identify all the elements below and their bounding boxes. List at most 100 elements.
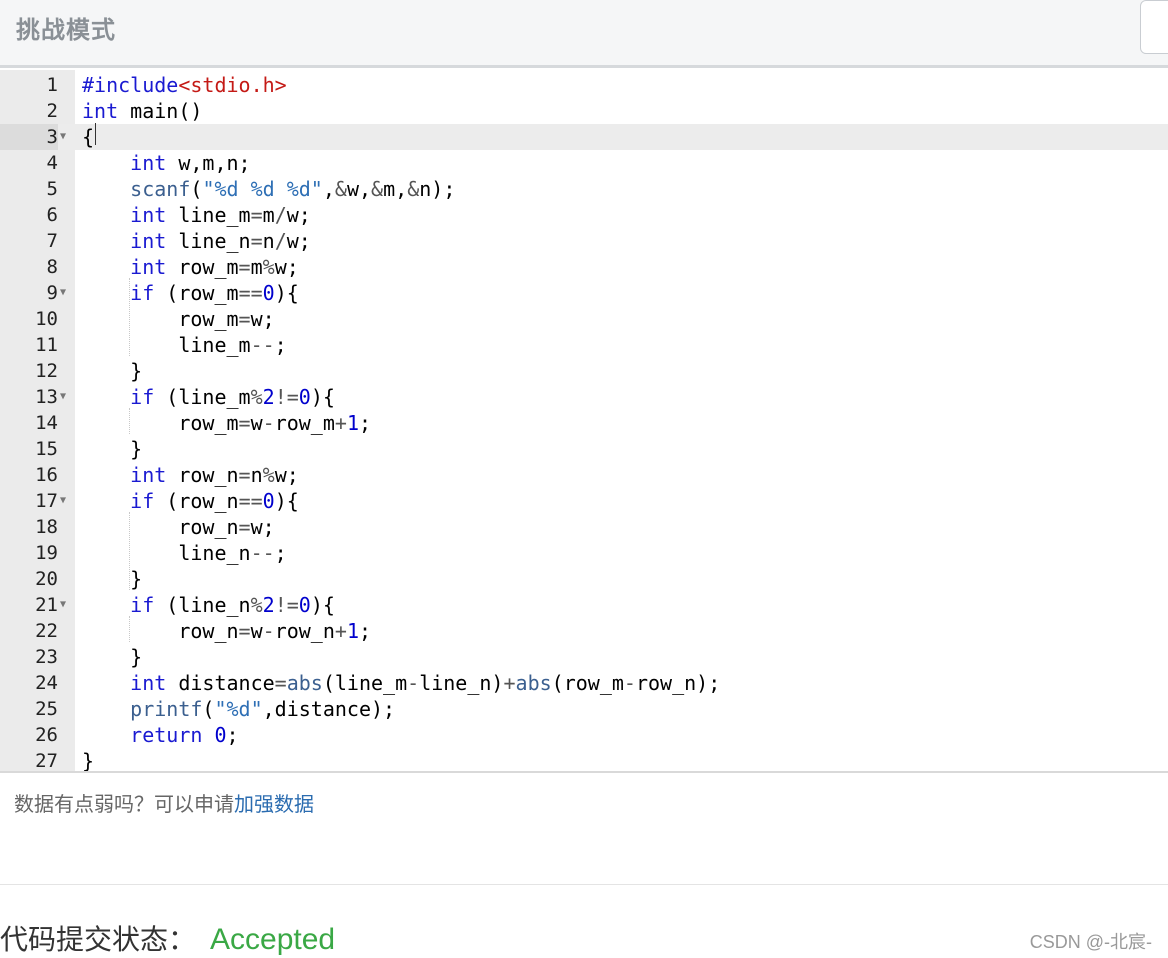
code-line[interactable]: 19 line_n--; [0,540,1168,566]
code-text: } [82,645,143,669]
code-line[interactable]: 11 line_m--; [0,332,1168,358]
line-number: 14 [35,412,58,434]
line-number: 11 [35,334,58,356]
code-text: } [82,567,143,591]
code-line[interactable]: 16 int row_n=n%w; [0,462,1168,488]
line-number: 21 [35,594,58,616]
line-number: 12 [35,360,58,382]
line-number: 18 [35,516,58,538]
code-text: } [82,749,95,773]
strengthen-data-link[interactable]: 加强数据 [234,792,314,816]
code-text: int main() [82,99,203,123]
line-number: 10 [35,308,58,330]
line-number: 7 [46,230,58,252]
code-text: } [82,437,143,461]
code-line[interactable]: 24 int distance=abs(line_m-line_n)+abs(r… [0,670,1168,696]
line-number: 22 [35,620,58,642]
line-number: 17 [35,490,58,512]
code-line[interactable]: 25 printf("%d",distance); [0,696,1168,722]
code-line[interactable]: 8 int row_m=m%w; [0,254,1168,280]
code-text: #include<stdio.h> [82,73,287,97]
fold-toggle-icon[interactable]: ▼ [60,280,66,306]
code-line[interactable]: 13 ▼ if (line_m%2!=0){ [0,384,1168,410]
fold-toggle-icon[interactable]: ▼ [60,592,66,618]
line-number: 20 [35,568,58,590]
watermark: CSDN @-北宸- [1029,932,1152,952]
code-text: } [82,359,143,383]
indent-guide [129,278,130,356]
code-text: row_m=w; [82,307,275,331]
code-text: row_m=w-row_m+1; [82,411,372,435]
status-label: 代码提交状态： [0,923,197,956]
indent-guide [129,512,130,590]
hint-text: 数据有点弱吗？可以申请 [14,792,234,816]
line-number: 1 [46,74,58,96]
code-line[interactable]: 12 } [0,358,1168,384]
code-editor[interactable]: 1 #include<stdio.h> 2 int main() 3 ▼{4 int w,… [0,70,1168,773]
code-line[interactable]: 10 row_m=w; [0,306,1168,332]
code-line[interactable]: 6 int line_m=m/w; [0,202,1168,228]
code-text: if (line_m%2!=0){ [130,385,335,409]
code-text: line_n--; [82,541,287,565]
line-number: 9 [46,282,58,304]
line-number: 6 [46,204,58,226]
code-line[interactable]: 5 scanf("%d %d %d",&w,&m,&n); [0,176,1168,202]
code-line[interactable]: 18 row_n=w; [0,514,1168,540]
line-number: 4 [46,152,58,174]
code-line[interactable]: 4 int w,m,n; [0,150,1168,176]
line-number: 26 [35,724,58,746]
code-line[interactable]: 20 } [0,566,1168,592]
line-number: 19 [35,542,58,564]
header-control[interactable] [1140,0,1168,54]
line-number: 5 [46,178,58,200]
code-line[interactable]: 17 ▼ if (row_n==0){ [0,488,1168,514]
mode-header: 挑战模式 [0,0,1168,68]
code-line[interactable]: 15 } [0,436,1168,462]
code-line[interactable]: 14 row_m=w-row_m+1; [0,410,1168,436]
code-line[interactable]: 23 } [0,644,1168,670]
code-text: scanf("%d %d %d",&w,&m,&n); [130,177,456,201]
code-line[interactable]: 22 row_n=w-row_n+1; [0,618,1168,644]
code-text: if (row_n==0){ [130,489,299,513]
code-text: int row_m=m%w; [130,255,299,279]
mode-title: 挑战模式 [16,16,116,44]
code-text: if (row_m==0){ [130,281,299,305]
line-number: 23 [35,646,58,668]
code-text: return 0; [130,723,239,747]
indent-guide [129,616,130,642]
status-value: Accepted [210,923,336,956]
code-text: { [82,125,95,149]
section-divider [0,884,1168,885]
code-text: int line_n=n/w; [130,229,311,253]
strengthen-data-hint: 数据有点弱吗？可以申请加强数据 [14,788,314,817]
line-number: 27 [35,750,58,772]
code-text: if (line_n%2!=0){ [130,593,335,617]
code-line[interactable]: 9 ▼ if (row_m==0){ [0,280,1168,306]
code-line[interactable]: 7 int line_n=n/w; [0,228,1168,254]
line-number: 25 [35,698,58,720]
code-text: line_m--; [82,333,287,357]
line-number: 16 [35,464,58,486]
code-text: int w,m,n; [130,151,251,175]
fold-toggle-icon[interactable]: ▼ [60,124,66,150]
code-text: row_n=w; [82,515,275,539]
code-text: int line_m=m/w; [130,203,311,227]
line-number: 15 [35,438,58,460]
code-text: int distance=abs(line_m-line_n)+abs(row_… [130,671,721,695]
code-text: row_n=w-row_n+1; [82,619,372,643]
submission-status: 代码提交状态： Accepted [0,918,335,958]
code-line[interactable]: 26 return 0; [0,722,1168,748]
fold-toggle-icon[interactable]: ▼ [60,488,66,514]
line-number: 2 [46,100,58,122]
code-line[interactable]: 21 ▼ if (line_n%2!=0){ [0,592,1168,618]
fold-toggle-icon[interactable]: ▼ [60,384,66,410]
line-number: 8 [46,256,58,278]
code-line[interactable]: 2 int main() [0,98,1168,124]
code-line[interactable]: 1 #include<stdio.h> [0,72,1168,98]
line-number: 24 [35,672,58,694]
indent-guide [129,408,130,434]
code-line[interactable]: 27} [0,748,1168,773]
code-line[interactable]: 3 ▼ { [0,124,1168,150]
code-text: printf("%d",distance); [130,697,396,721]
text-cursor [95,123,96,145]
